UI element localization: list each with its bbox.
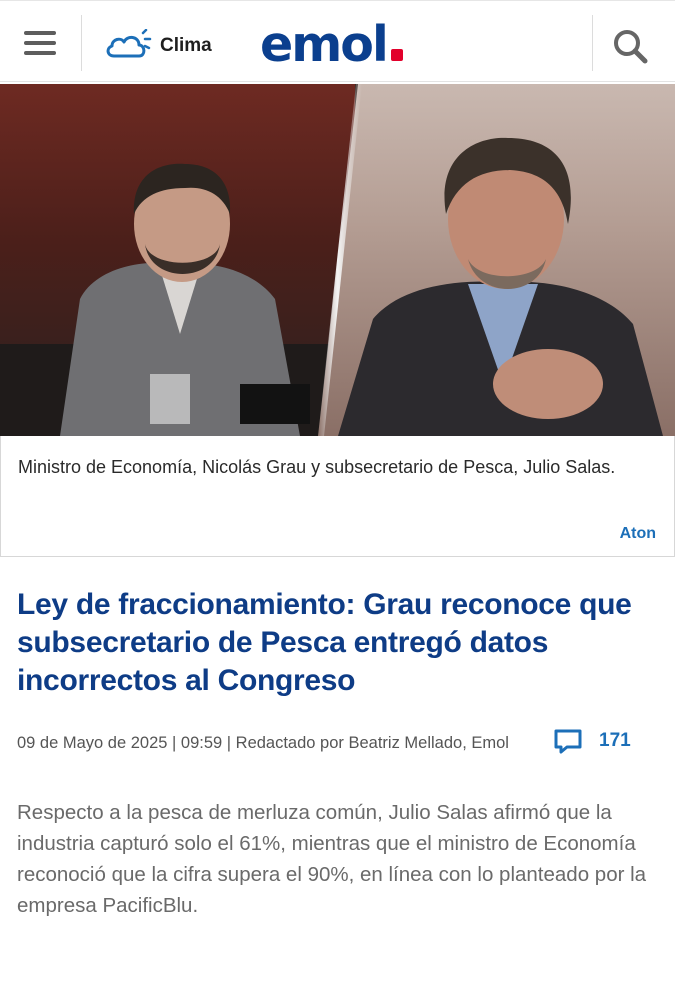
comment-count: 171: [599, 730, 631, 751]
menu-icon[interactable]: [16, 25, 60, 65]
person-right-silhouette: [338, 137, 663, 436]
cloud-sun-icon: [106, 29, 152, 58]
comment-icon: [554, 729, 582, 754]
article-photo: [0, 84, 675, 436]
photo-credit: Aton: [619, 525, 656, 542]
photo-right-panel: [318, 84, 675, 436]
header-divider: [81, 15, 82, 71]
article-headline: Ley de fraccionamiento: Grau reconoce qu…: [17, 588, 632, 697]
weather-label: Clima: [160, 35, 212, 56]
site-header: Clima emol: [0, 0, 675, 82]
search-icon: [614, 30, 648, 64]
emol-logo[interactable]: emol: [260, 15, 403, 75]
article-lead: Respecto a la pesca de merluza común, Ju…: [17, 801, 647, 917]
photo-caption-box: Ministro de Economía, Nicolás Grau y sub…: [0, 436, 675, 557]
search-button[interactable]: [606, 23, 656, 69]
comments-button[interactable]: 171: [553, 728, 631, 754]
article-meta: 09 de Mayo de 2025 | 09:59 | Redactado p…: [17, 734, 509, 752]
weather-link[interactable]: Clima: [104, 28, 212, 64]
photo-left-panel: [0, 84, 355, 436]
person-left-silhouette: [0, 163, 355, 436]
logo-text: emol: [260, 16, 389, 73]
logo-dot: [390, 49, 403, 61]
header-divider: [592, 15, 593, 71]
photo-caption: Ministro de Economía, Nicolás Grau y sub…: [18, 457, 616, 477]
